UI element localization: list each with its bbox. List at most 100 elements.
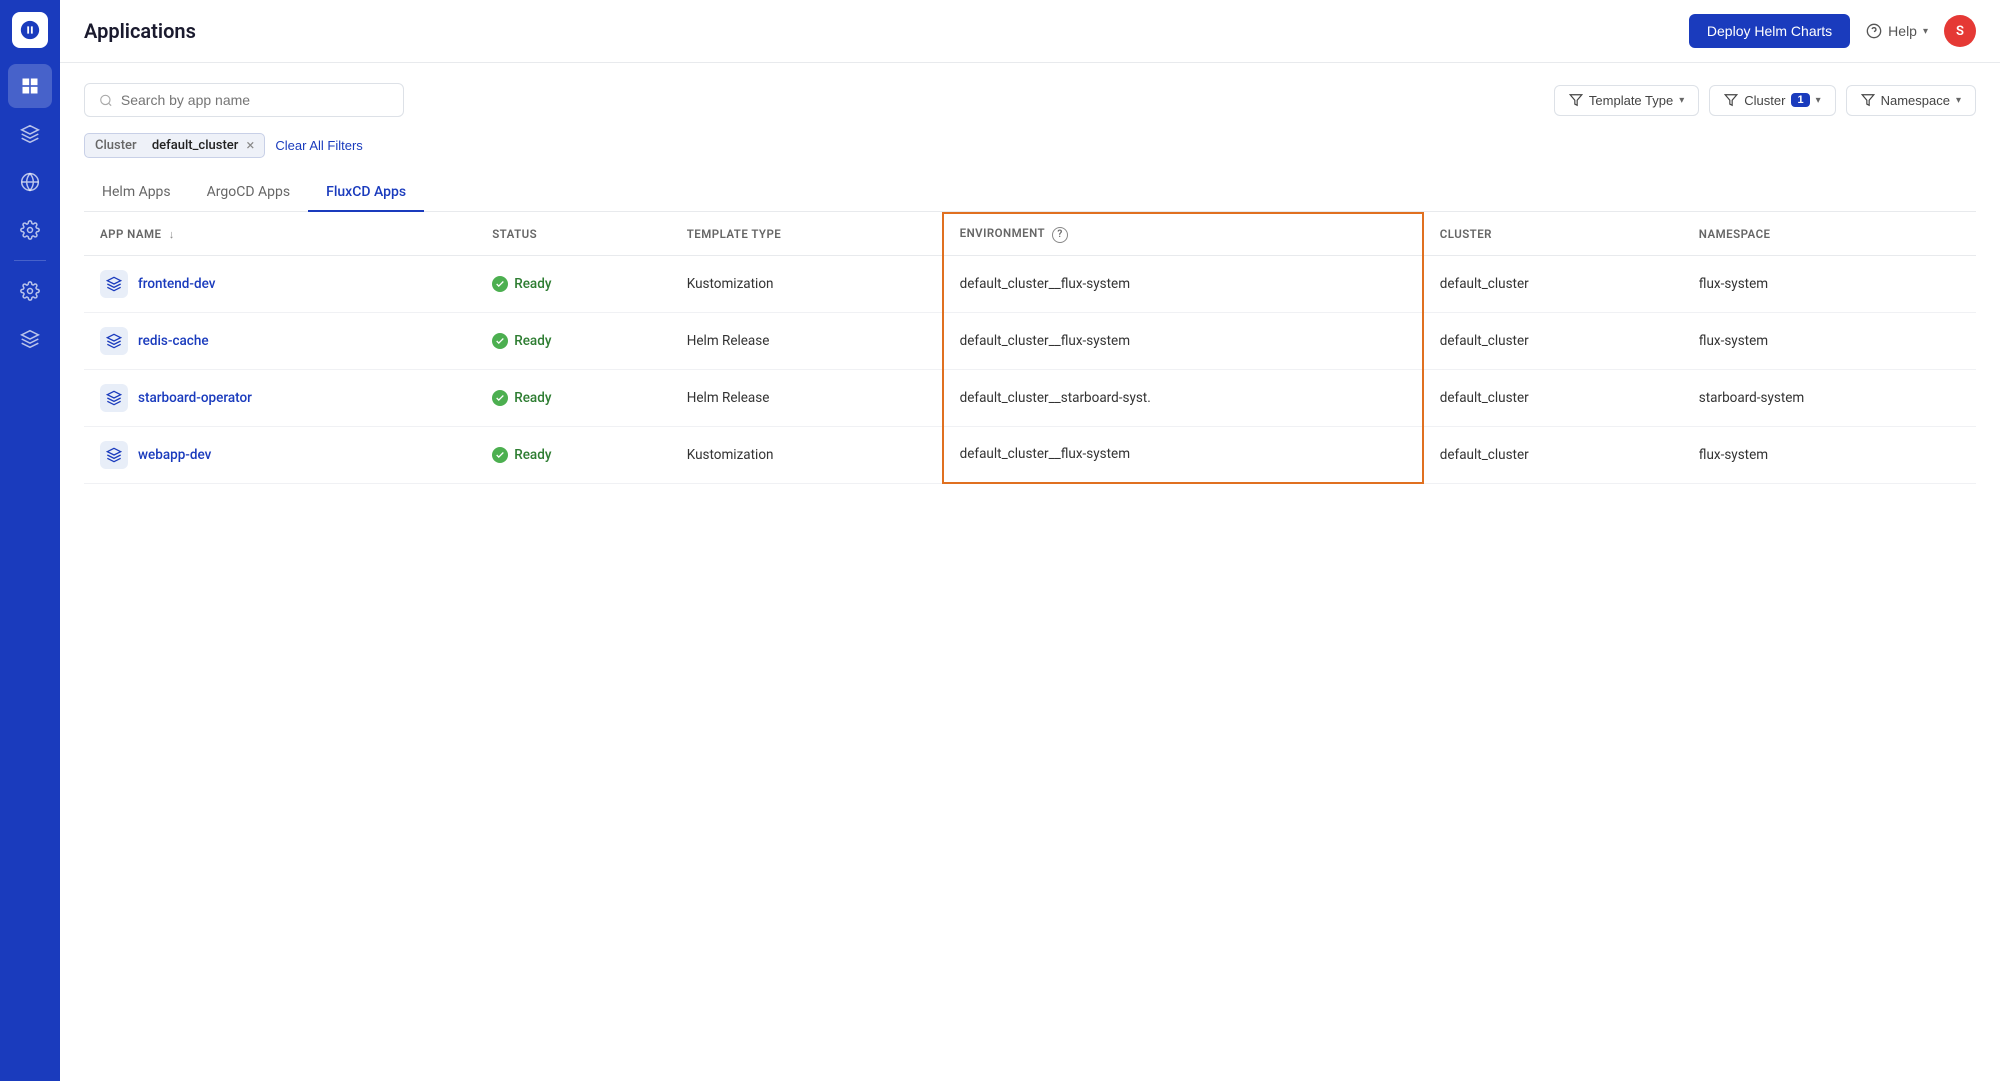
filter-buttons: Template Type ▾ Cluster 1 ▾ Namespace	[1554, 85, 1976, 116]
flux-app-icon	[106, 276, 122, 292]
cluster-filter-badge: 1	[1791, 93, 1809, 107]
content-area: Template Type ▾ Cluster 1 ▾ Namespace	[60, 63, 2000, 1081]
check-icon	[495, 450, 505, 460]
cell-app-name: frontend-dev	[84, 255, 476, 312]
col-header-cluster: CLUSTER	[1423, 213, 1683, 255]
sidebar-item-grid[interactable]	[8, 64, 52, 108]
col-header-template-type: TEMPLATE TYPE	[671, 213, 943, 255]
cell-status: Ready	[476, 426, 671, 483]
cell-namespace: flux-system	[1683, 255, 1976, 312]
sidebar-item-gear[interactable]	[8, 208, 52, 252]
flux-app-icon	[106, 390, 122, 406]
namespace-chevron-icon: ▾	[1956, 95, 1961, 106]
topbar-right: Deploy Helm Charts Help ▾ S	[1689, 14, 1976, 48]
table-row: webapp-dev Ready Kustomization default_c…	[84, 426, 1976, 483]
app-name-link[interactable]: starboard-operator	[138, 390, 252, 406]
sidebar-item-settings2[interactable]	[8, 269, 52, 313]
status-ready-icon	[492, 390, 508, 406]
cell-namespace: starboard-system	[1683, 369, 1976, 426]
cell-environment: default_cluster__flux-system	[943, 255, 1423, 312]
check-icon	[495, 336, 505, 346]
environment-info-icon[interactable]: ?	[1052, 227, 1068, 243]
cell-environment: default_cluster__starboard-syst.	[943, 369, 1423, 426]
app-name-link[interactable]: webapp-dev	[138, 447, 211, 463]
namespace-filter-button[interactable]: Namespace ▾	[1846, 85, 1976, 116]
tab-helm-apps[interactable]: Helm Apps	[84, 174, 189, 212]
cell-cluster: default_cluster	[1423, 312, 1683, 369]
search-box[interactable]	[84, 83, 404, 117]
cell-cluster: default_cluster	[1423, 369, 1683, 426]
col-header-app-name[interactable]: APP NAME ↓	[84, 213, 476, 255]
flux-app-icon	[106, 333, 122, 349]
col-header-environment: ENVIRONMENT ?	[943, 213, 1423, 255]
tag-separator	[143, 138, 146, 153]
sidebar-item-cube[interactable]	[8, 112, 52, 156]
page-title: Applications	[84, 19, 196, 43]
check-icon	[495, 393, 505, 403]
sidebar-divider	[14, 260, 46, 261]
cluster-tag-value: default_cluster	[152, 138, 239, 153]
cell-template-type: Kustomization	[671, 255, 943, 312]
cell-app-name: webapp-dev	[84, 426, 476, 483]
sidebar-item-layers[interactable]	[8, 317, 52, 361]
cluster-tag-key: Cluster	[95, 138, 137, 153]
cell-namespace: flux-system	[1683, 426, 1976, 483]
deploy-helm-charts-button[interactable]: Deploy Helm Charts	[1689, 14, 1850, 48]
cluster-tag-close-icon[interactable]: ×	[246, 138, 254, 153]
cluster-filter-label: Cluster	[1744, 93, 1785, 108]
cell-template-type: Kustomization	[671, 426, 943, 483]
table-row: starboard-operator Ready Helm Release de…	[84, 369, 1976, 426]
app-icon	[100, 441, 128, 469]
app-icon	[100, 270, 128, 298]
tabs: Helm Apps ArgoCD Apps FluxCD Apps	[84, 174, 1976, 212]
cube-icon	[20, 124, 40, 144]
status-ready-icon	[492, 447, 508, 463]
app-name-link[interactable]: frontend-dev	[138, 276, 215, 292]
logo-icon	[19, 19, 41, 41]
help-chevron-icon: ▾	[1923, 26, 1928, 37]
filter-row: Template Type ▾ Cluster 1 ▾ Namespace	[84, 83, 1976, 117]
status-text: Ready	[514, 333, 551, 349]
cell-environment: default_cluster__flux-system	[943, 312, 1423, 369]
cluster-filter-icon	[1724, 93, 1738, 107]
tab-argocd-apps[interactable]: ArgoCD Apps	[189, 174, 308, 212]
flux-app-icon	[106, 447, 122, 463]
cluster-filter-button[interactable]: Cluster 1 ▾	[1709, 85, 1835, 116]
cell-status: Ready	[476, 369, 671, 426]
cluster-chevron-icon: ▾	[1816, 95, 1821, 106]
col-header-status: STATUS	[476, 213, 671, 255]
fluxcd-apps-tab-label: FluxCD Apps	[326, 184, 406, 200]
help-button[interactable]: Help ▾	[1866, 23, 1928, 39]
cell-status: Ready	[476, 255, 671, 312]
help-circle-icon	[1866, 23, 1882, 39]
cell-template-type: Helm Release	[671, 312, 943, 369]
sidebar-item-globe[interactable]	[8, 160, 52, 204]
cell-app-name: redis-cache	[84, 312, 476, 369]
cell-cluster: default_cluster	[1423, 255, 1683, 312]
helm-apps-tab-label: Helm Apps	[102, 184, 171, 200]
avatar[interactable]: S	[1944, 15, 1976, 47]
status-ready-icon	[492, 276, 508, 292]
template-type-label: Template Type	[1589, 93, 1673, 108]
clear-all-filters-button[interactable]: Clear All Filters	[275, 138, 362, 153]
tab-fluxcd-apps[interactable]: FluxCD Apps	[308, 174, 424, 212]
gear-icon	[20, 220, 40, 240]
app-icon	[100, 384, 128, 412]
filter-icon	[1569, 93, 1583, 107]
gear2-icon	[20, 281, 40, 301]
template-type-filter-button[interactable]: Template Type ▾	[1554, 85, 1699, 116]
help-label: Help	[1888, 23, 1917, 39]
namespace-filter-icon	[1861, 93, 1875, 107]
col-header-namespace: NAMESPACE	[1683, 213, 1976, 255]
table-row: redis-cache Ready Helm Release default_c…	[84, 312, 1976, 369]
status-text: Ready	[514, 390, 551, 406]
search-input[interactable]	[121, 92, 389, 108]
search-icon	[99, 93, 113, 108]
cell-template-type: Helm Release	[671, 369, 943, 426]
check-icon	[495, 279, 505, 289]
table-row: frontend-dev Ready Kustomization default…	[84, 255, 1976, 312]
app-name-link[interactable]: redis-cache	[138, 333, 209, 349]
logo[interactable]	[12, 12, 48, 48]
status-text: Ready	[514, 447, 551, 463]
status-text: Ready	[514, 276, 551, 292]
